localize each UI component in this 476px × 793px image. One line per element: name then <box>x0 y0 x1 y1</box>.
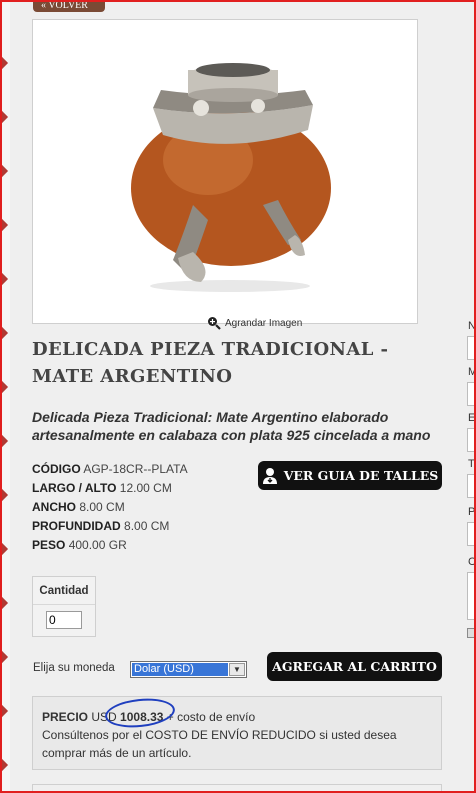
spec-row: PROFUNDIDAD 8.00 CM <box>32 517 188 536</box>
currency-selected[interactable]: Dolar (USD) <box>132 663 228 676</box>
decor-diamond <box>0 541 9 557</box>
decor-diamond <box>0 757 9 773</box>
next-section-edge <box>32 784 442 793</box>
spec-key: PESO <box>32 538 66 552</box>
product-image-box[interactable]: Agrandar Imagen <box>32 19 419 330</box>
spec-value: 8.00 CM <box>124 519 170 533</box>
spec-key: ANCHO <box>32 500 76 514</box>
side-form-field[interactable] <box>467 336 476 360</box>
decor-diamond <box>0 271 9 287</box>
add-to-cart-button[interactable]: AGREGAR AL CARRITO <box>267 652 442 681</box>
decor-diamond <box>0 55 9 71</box>
zoom-in-icon <box>208 317 221 330</box>
dropdown-arrow-icon[interactable]: ▼ <box>229 663 245 676</box>
spec-value: 400.00 GR <box>68 538 127 552</box>
side-form-field[interactable] <box>467 428 476 452</box>
side-form-label: N <box>468 320 476 332</box>
user-download-icon <box>262 467 277 484</box>
side-form-label: M <box>468 366 476 378</box>
decor-diamond <box>0 595 9 611</box>
spec-value: AGP-18CR--PLATA <box>83 462 188 476</box>
spec-value: 8.00 CM <box>79 500 125 514</box>
quantity-box: Cantidad <box>32 576 96 637</box>
decor-diamond <box>0 379 9 395</box>
side-form-field[interactable] <box>467 474 476 498</box>
decor-diamond <box>0 487 9 503</box>
decor-diamond <box>0 325 9 341</box>
spec-row: ANCHO 8.00 CM <box>32 498 188 517</box>
side-form-field[interactable] <box>467 522 476 546</box>
side-form-label: E <box>468 412 476 424</box>
price-box: PRECIO USD 1008.33 + costo de envío Cons… <box>32 696 442 770</box>
shipping-note: Consúltenos por el COSTO DE ENVÍO REDUCI… <box>42 728 397 760</box>
price-suffix: + costo de envío <box>166 710 256 724</box>
quantity-input[interactable] <box>46 611 82 629</box>
side-form-textarea[interactable] <box>467 572 476 620</box>
decor-diamond <box>0 703 9 719</box>
decor-diamond <box>0 433 9 449</box>
side-form-field[interactable] <box>467 382 476 406</box>
decor-diamond <box>0 163 9 179</box>
product-image[interactable] <box>33 20 419 325</box>
side-form-label: T <box>468 458 475 470</box>
price-line: PRECIO USD 1008.33 + costo de envío <box>42 708 432 726</box>
decor-diamond <box>0 649 9 665</box>
back-button[interactable]: « Volver <box>33 0 105 12</box>
spec-row: CÓDIGO AGP-18CR--PLATA <box>32 460 188 479</box>
side-form-label: C <box>468 556 476 568</box>
product-specs: CÓDIGO AGP-18CR--PLATA LARGO / ALTO 12.0… <box>32 460 188 555</box>
size-guide-button[interactable]: VER GUIA DE TALLES <box>258 461 442 490</box>
currency-select[interactable]: Dolar (USD) ▼ <box>130 661 247 678</box>
spec-key: PROFUNDIDAD <box>32 519 121 533</box>
decor-diamond <box>0 217 9 233</box>
currency-label: Elija su moneda <box>33 662 115 674</box>
spec-value: 12.00 CM <box>119 481 172 495</box>
spec-key: CÓDIGO <box>32 462 81 476</box>
price-label: PRECIO <box>42 710 89 724</box>
side-form-checkbox[interactable] <box>467 628 475 638</box>
quantity-label: Cantidad <box>33 577 95 605</box>
zoom-link[interactable]: Agrandar Imagen <box>207 316 302 330</box>
product-title: DELICADA PIEZA TRADICIONAL - MATE ARGENT… <box>32 339 389 387</box>
spec-row: PESO 400.00 GR <box>32 536 188 555</box>
product-subtitle: Delicada Pieza Tradicional: Mate Argenti… <box>32 409 431 443</box>
zoom-label[interactable]: Agrandar Imagen <box>225 318 302 329</box>
spec-key: LARGO / ALTO <box>32 481 117 495</box>
left-decoration <box>0 0 10 793</box>
size-guide-label[interactable]: VER GUIA DE TALLES <box>284 468 439 483</box>
side-form-label: P <box>468 506 476 518</box>
decor-diamond <box>0 109 9 125</box>
spec-row: LARGO / ALTO 12.00 CM <box>32 479 188 498</box>
